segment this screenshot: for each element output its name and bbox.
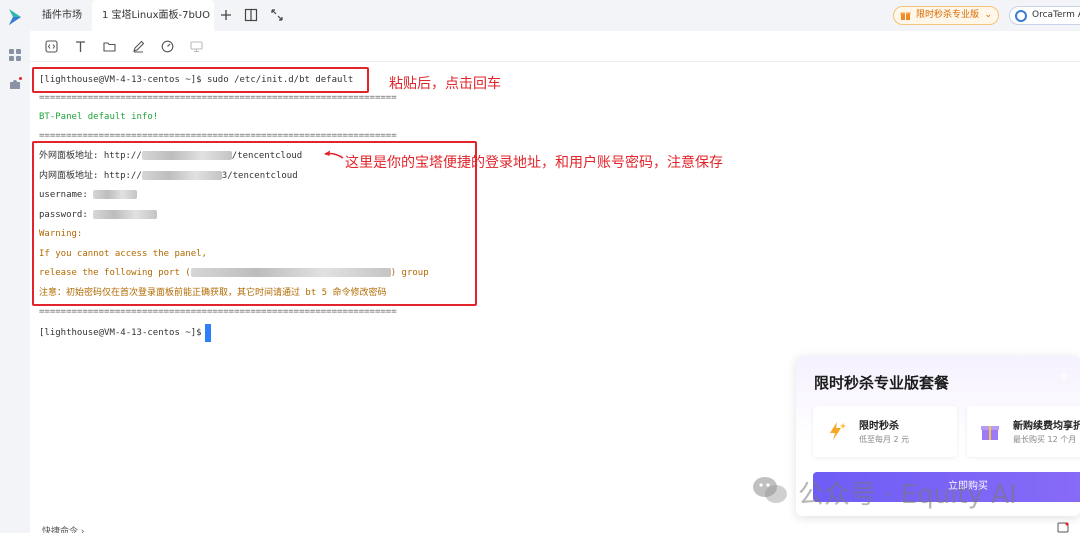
terminal-cursor — [204, 323, 211, 342]
bt-panel-info: BT-Panel default info! — [39, 112, 159, 122]
app-logo-icon[interactable] — [7, 8, 23, 26]
tab-bar: 插件市场 1 宝塔Linux面板-7bUO 限时秒杀专业版 ⌄ OrcaTerm… — [30, 0, 1080, 31]
grid-apps-icon[interactable] — [8, 48, 22, 62]
add-tab-icon[interactable] — [219, 8, 233, 22]
renewal-discount-item[interactable]: 新购续费均享折 最长购买 12 个月 — [967, 406, 1080, 457]
arrow-icon — [324, 150, 344, 159]
command-highlight-box — [32, 67, 369, 93]
monitor-icon — [190, 41, 203, 53]
promo-label: 限时秒杀专业版 — [916, 10, 980, 20]
gift-icon — [900, 12, 911, 20]
separator-line: ========================================… — [39, 307, 397, 317]
text-format-icon[interactable] — [74, 40, 87, 53]
plugin-icon[interactable] — [8, 77, 22, 91]
terminal-toolbar — [30, 31, 1080, 62]
tab-bt-panel[interactable]: 1 宝塔Linux面板-7bUO — [92, 0, 214, 31]
app-window: 插件市场 1 宝塔Linux面板-7bUO 限时秒杀专业版 ⌄ OrcaTerm… — [0, 0, 1080, 533]
separator-line: ========================================… — [39, 93, 397, 103]
quick-commands[interactable]: 快捷命令 › — [42, 524, 84, 533]
chevron-down-icon: ⌄ — [984, 10, 992, 20]
promo-card-title: 限时秒杀专业版套餐 — [814, 374, 950, 392]
prompt-text: [lighthouse@VM-4-13-centos ~]$ — [39, 328, 202, 338]
expand-icon[interactable] — [270, 8, 284, 22]
tab-plugin-market[interactable]: 插件市场 — [30, 0, 90, 31]
paste-annotation: 粘贴后，点击回车 — [389, 76, 501, 92]
shell-prompt: [lighthouse@VM-4-13-centos ~]$ — [39, 323, 211, 343]
flash-sale-item[interactable]: 限时秒杀 低至每月 2 元 — [813, 406, 957, 457]
address-annotation: 这里是你的宝塔便捷的登录地址，和用户账号密码，注意保存 — [345, 155, 723, 171]
flash-sale-desc: 低至每月 2 元 — [859, 435, 910, 444]
orcaterm-button[interactable]: OrcaTerm A — [1009, 6, 1080, 25]
wechat-icon — [753, 477, 787, 503]
terminal-settings-icon[interactable] — [1057, 522, 1069, 533]
watermark-text: 公众号 · Equity AI — [798, 480, 1017, 510]
promo-flash-sale-button[interactable]: 限时秒杀专业版 ⌄ — [893, 6, 999, 25]
orcaterm-label: OrcaTerm A — [1032, 10, 1080, 20]
renewal-desc: 最长购买 12 个月 — [1013, 435, 1077, 444]
edit-pen-icon[interactable] — [132, 40, 145, 53]
renewal-title: 新购续费均享折 — [1013, 421, 1080, 432]
gift-box-icon — [981, 426, 999, 440]
lightning-icon — [830, 422, 846, 440]
orcaterm-logo-icon — [1015, 10, 1027, 22]
code-icon[interactable] — [45, 40, 58, 53]
folder-icon[interactable] — [103, 40, 116, 53]
split-view-icon[interactable] — [244, 8, 258, 22]
flash-sale-title: 限时秒杀 — [859, 421, 899, 432]
dashboard-gauge-icon[interactable] — [161, 40, 174, 53]
left-rail — [0, 0, 30, 533]
sparkle-icon — [1058, 370, 1070, 382]
